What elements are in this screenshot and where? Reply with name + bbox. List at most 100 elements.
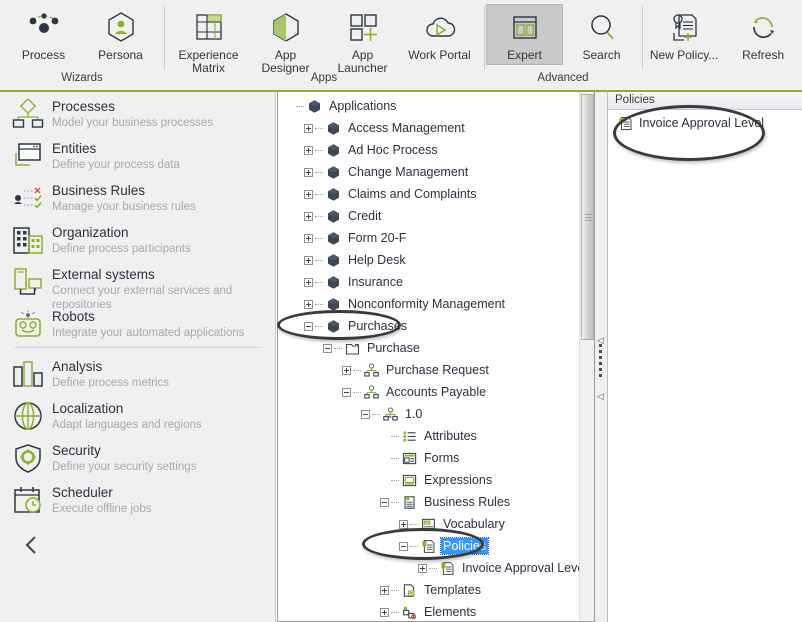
sidebar-divider: [14, 347, 261, 348]
expand-plus-icon[interactable]: [339, 359, 353, 381]
tree-node-templates[interactable]: Templates: [282, 579, 594, 601]
sidebar-item-localization[interactable]: Localization Adapt languages and regions: [0, 394, 275, 436]
tree-node-applications[interactable]: Applications: [282, 95, 594, 117]
tree-node-insurance[interactable]: Insurance: [282, 271, 594, 293]
expand-plus-icon[interactable]: [301, 249, 315, 271]
tree-expander-none: [377, 425, 391, 447]
expand-plus-icon[interactable]: [301, 293, 315, 315]
tree-node-purchase[interactable]: Purchase: [282, 337, 594, 359]
process-node-icon: [362, 361, 380, 379]
panel-splitter[interactable]: ◁ ◁: [595, 92, 607, 622]
sidebar-item-scheduler[interactable]: Scheduler Execute offline jobs: [0, 478, 275, 520]
tree-node-attributes[interactable]: Attributes: [282, 425, 594, 447]
collapse-minus-icon[interactable]: [358, 403, 372, 425]
expand-plus-icon[interactable]: [301, 161, 315, 183]
search-button[interactable]: Search: [563, 4, 640, 65]
refresh-button[interactable]: Refresh: [726, 4, 800, 65]
work-portal-button[interactable]: Work Portal: [401, 4, 478, 65]
tree-node-credit[interactable]: Credit: [282, 205, 594, 227]
tree-node-expressions[interactable]: Expressions: [282, 469, 594, 491]
sidebar-item-subtitle: Adapt languages and regions: [52, 419, 202, 431]
elements-icon: [400, 603, 418, 621]
sidebar-item-external-systems[interactable]: External systems Connect your external s…: [0, 260, 275, 311]
sidebar-item-robots[interactable]: Robots Integrate your automated applicat…: [0, 302, 275, 344]
process-button[interactable]: Process: [5, 4, 82, 65]
tree-node-change-management[interactable]: Change Management: [282, 161, 594, 183]
tree-node-accounts-payable[interactable]: Accounts Payable: [282, 381, 594, 403]
splitter-collapse-right-icon[interactable]: ◁: [597, 392, 604, 401]
process-node-icon: [362, 383, 380, 401]
tree-scrollbar-thumb[interactable]: [581, 94, 594, 340]
expand-plus-icon[interactable]: [301, 205, 315, 227]
new-policy-button[interactable]: New Policy...: [642, 4, 726, 65]
tree-vertical-scrollbar[interactable]: [579, 92, 594, 620]
persona-button[interactable]: Persona: [82, 4, 159, 65]
tree-node-label: Help Desk: [348, 253, 406, 267]
app-launcher-button[interactable]: App Launcher: [324, 4, 401, 78]
sidebar-item-title: Robots: [52, 309, 95, 324]
expand-plus-icon[interactable]: [301, 183, 315, 205]
expressions-icon: [400, 471, 418, 489]
persona-button-label: Persona: [98, 48, 143, 62]
sidebar-collapse-button[interactable]: [0, 520, 275, 556]
tree-connector: [315, 325, 323, 327]
application-cube-icon: [324, 141, 342, 159]
experience-matrix-button[interactable]: Experience Matrix: [170, 4, 247, 78]
list-item[interactable]: Invoice Approval Level: [608, 113, 802, 133]
app-designer-button[interactable]: App Designer: [247, 4, 324, 78]
sidebar-item-text: Business Rules Manage your business rule…: [52, 182, 196, 214]
expand-plus-icon[interactable]: [301, 271, 315, 293]
sidebar-item-business-rules[interactable]: Business Rules Manage your business rule…: [0, 176, 275, 218]
sidebar-item-processes[interactable]: Processes Model your business processes: [0, 92, 275, 134]
expert-button[interactable]: Expert: [486, 4, 563, 65]
sidebar-item-entities[interactable]: Entities Define your process data: [0, 134, 275, 176]
applications-tree-panel: Applications Access Management Ad Hoc Proc…: [277, 92, 595, 622]
tree-node-purchases[interactable]: Purchases: [282, 315, 594, 337]
tree-node-access-management[interactable]: Access Management: [282, 117, 594, 139]
tree-node-label: Change Management: [348, 165, 469, 179]
tree-node-form-20-f[interactable]: Form 20-F: [282, 227, 594, 249]
tree-rows: Applications Access Management Ad Hoc Proc…: [278, 92, 594, 621]
expand-plus-icon[interactable]: [301, 139, 315, 161]
expand-plus-icon[interactable]: [396, 513, 410, 535]
sidebar-item-security[interactable]: Security Define your security settings: [0, 436, 275, 478]
tree-node-help-desk[interactable]: Help Desk: [282, 249, 594, 271]
sidebar-item-subtitle: Manage your business rules: [52, 201, 196, 213]
policies-icon: [616, 114, 634, 132]
tree-node-purchase-request[interactable]: Purchase Request: [282, 359, 594, 381]
expand-plus-icon[interactable]: [301, 227, 315, 249]
collapse-minus-icon[interactable]: [377, 491, 391, 513]
tree-node-1-0[interactable]: 1.0: [282, 403, 594, 425]
sidebar-item-analysis[interactable]: Analysis Define process metrics: [0, 352, 275, 394]
expand-plus-icon[interactable]: [377, 601, 391, 621]
expand-plus-icon[interactable]: [301, 117, 315, 139]
tree-expander-none: [377, 447, 391, 469]
tree-node-invoice-approval-level[interactable]: Invoice Approval Level: [282, 557, 594, 579]
ribbon-group-apps-label: Apps: [310, 72, 338, 84]
tree-connector: [315, 149, 323, 151]
tree-node-forms[interactable]: Forms: [282, 447, 594, 469]
sidebar-item-subtitle: Define process participants: [52, 243, 191, 255]
analysis-icon: [10, 358, 46, 390]
collapse-minus-icon[interactable]: [320, 337, 334, 359]
tree-connector: [429, 567, 437, 569]
tree-node-claims-and-complaints[interactable]: Claims and Complaints: [282, 183, 594, 205]
tree-node-label: Vocabulary: [443, 517, 505, 531]
expert-view-window: Process Persona Wizards Experience Matri…: [0, 0, 802, 622]
tree-node-business-rules[interactable]: Business Rules: [282, 491, 594, 513]
collapse-minus-icon[interactable]: [396, 535, 410, 557]
tree-node-elements[interactable]: Elements: [282, 601, 594, 621]
expand-plus-icon[interactable]: [377, 579, 391, 601]
collapse-minus-icon[interactable]: [339, 381, 353, 403]
ribbon-group-policy-label: [642, 84, 800, 87]
tree-node-nonconformity-management[interactable]: Nonconformity Management: [282, 293, 594, 315]
tree-node-ad-hoc-process[interactable]: Ad Hoc Process: [282, 139, 594, 161]
tree-node-vocabulary[interactable]: ab Vocabulary: [282, 513, 594, 535]
expand-plus-icon[interactable]: [415, 557, 429, 579]
sidebar-item-organization[interactable]: Organization Define process participants: [0, 218, 275, 260]
collapse-minus-icon[interactable]: [301, 315, 315, 337]
svg-text:ab: ab: [424, 520, 429, 525]
tree-node-label: Claims and Complaints: [348, 187, 477, 201]
tree-connector: [391, 435, 399, 437]
tree-node-policies[interactable]: Policies: [282, 535, 594, 557]
